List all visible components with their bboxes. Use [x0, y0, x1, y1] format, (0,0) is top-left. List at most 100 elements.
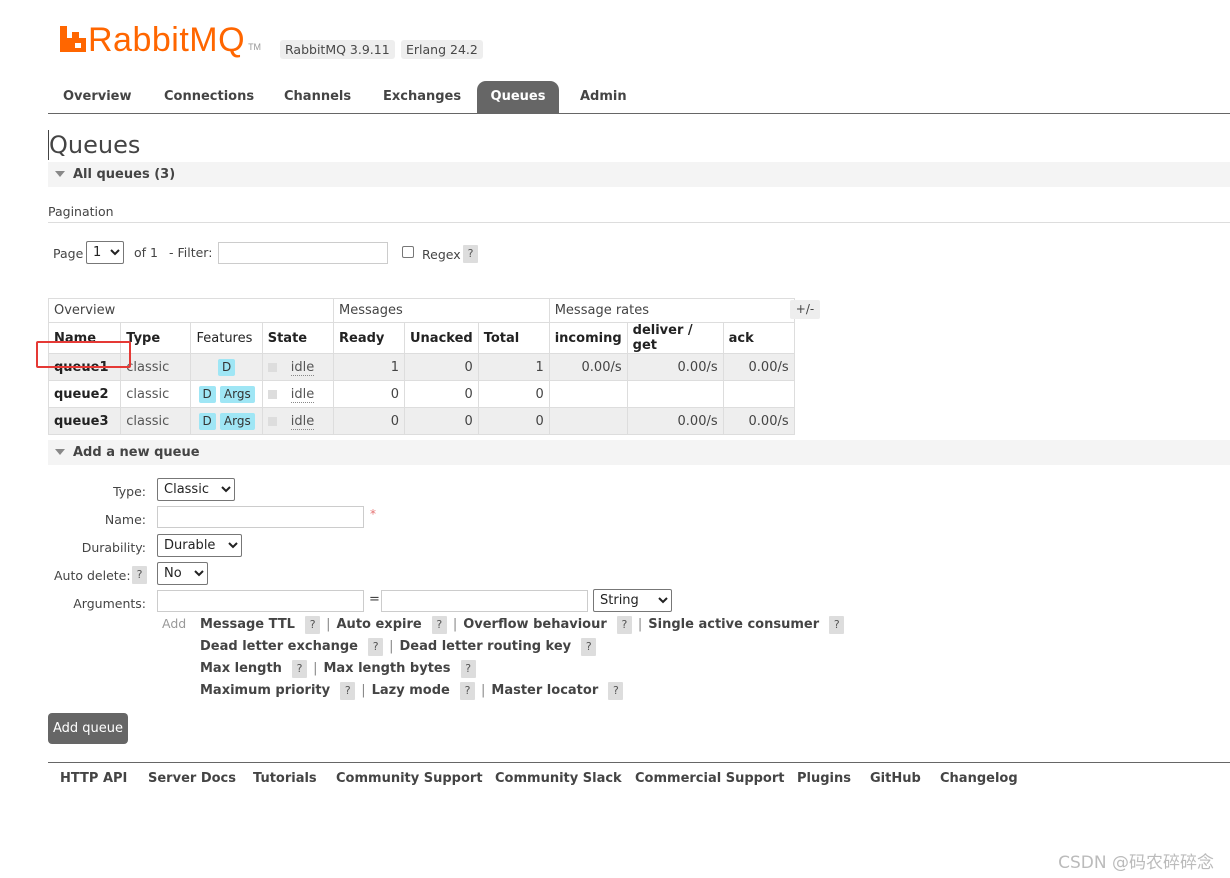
tab-channels[interactable]: Channels — [269, 81, 366, 113]
unacked-count: 0 — [404, 353, 479, 381]
of-pages-label: of 1 — [134, 245, 158, 260]
regex-label: Regex — [422, 247, 461, 262]
footer-link-changelog[interactable]: Changelog — [940, 771, 1018, 786]
group-message-rates: Message rates — [548, 298, 795, 323]
ready-count: 0 — [333, 407, 405, 435]
footer-link-community-support[interactable]: Community Support — [336, 771, 483, 786]
help-icon[interactable]: ? — [305, 616, 321, 634]
arg-max-length-bytes-link[interactable]: Max length bytes — [323, 661, 450, 676]
help-icon[interactable]: ? — [616, 616, 632, 634]
pagination-divider — [48, 222, 1230, 223]
arg-shortcuts-row-1: Message TTL ? | Auto expire ? | Overflow beh… — [200, 616, 845, 634]
durability-select[interactable]: Durable — [157, 534, 242, 557]
add-argument-link[interactable]: Add — [162, 616, 186, 631]
arg-message-ttl-link[interactable]: Message TTL — [200, 617, 295, 632]
col-total[interactable]: Total — [477, 322, 550, 354]
auto-delete-select[interactable]: No — [157, 562, 208, 585]
footer-link-commercial-support[interactable]: Commercial Support — [635, 771, 785, 786]
auto-delete-help-icon[interactable]: ? — [132, 566, 147, 584]
help-icon[interactable]: ? — [340, 682, 356, 700]
help-icon[interactable]: ? — [292, 660, 308, 678]
erlang-version-badge: Erlang 24.2 — [401, 40, 483, 59]
queue-features: D Args — [190, 407, 263, 435]
col-ack[interactable]: ack — [722, 322, 795, 354]
footer-divider — [48, 762, 1230, 763]
queue-name-link[interactable]: queue3 — [47, 407, 122, 435]
table-row: queue1 classic D idle 1 0 1 0.00/s 0.00/… — [47, 353, 795, 381]
required-marker: * — [370, 507, 376, 521]
col-state[interactable]: State — [261, 322, 335, 354]
queue-name-link[interactable]: queue2 — [47, 380, 122, 408]
queue-state: idle — [261, 407, 335, 435]
footer-link-server-docs[interactable]: Server Docs — [148, 771, 236, 786]
state-indicator-icon — [267, 416, 277, 426]
columns-toggle-button[interactable]: +/- — [790, 300, 820, 319]
state-indicator-icon — [267, 389, 277, 399]
col-incoming[interactable]: incoming — [548, 322, 628, 354]
arg-lazy-mode-link[interactable]: Lazy mode — [372, 683, 450, 698]
arg-auto-expire-link[interactable]: Auto expire — [337, 617, 422, 632]
help-icon[interactable]: ? — [829, 616, 845, 634]
queue-name-input[interactable] — [157, 506, 364, 528]
tab-connections[interactable]: Connections — [149, 81, 269, 113]
all-queues-toggle[interactable]: All queues (3) — [48, 162, 1230, 187]
argument-value-input[interactable] — [381, 590, 588, 612]
deliver-get-rate: 0.00/s — [626, 353, 724, 381]
arg-dead-letter-exchange-link[interactable]: Dead letter exchange — [200, 639, 358, 654]
arg-single-active-consumer-link[interactable]: Single active consumer — [648, 617, 819, 632]
page-select[interactable]: 1 — [86, 241, 124, 264]
total-count: 0 — [477, 380, 550, 408]
col-features: Features — [190, 322, 263, 354]
col-unacked[interactable]: Unacked — [404, 322, 479, 354]
csdn-watermark: CSDN @码农碎碎念 — [1058, 853, 1214, 873]
footer-link-tutorials[interactable]: Tutorials — [253, 771, 317, 786]
equals-sign: = — [369, 592, 380, 607]
rabbitmq-logo-icon — [60, 26, 86, 52]
state-label: idle — [290, 359, 315, 376]
footer-link-community-slack[interactable]: Community Slack — [495, 771, 622, 786]
col-type[interactable]: Type — [120, 322, 192, 354]
footer-link-plugins[interactable]: Plugins — [797, 771, 851, 786]
help-icon[interactable]: ? — [608, 682, 624, 700]
name-label: Name: — [104, 512, 146, 527]
rabbitmq-logo: RabbitMQ TM — [60, 22, 261, 58]
help-icon[interactable]: ? — [581, 638, 597, 656]
help-icon[interactable]: ? — [460, 682, 475, 700]
col-deliver-get[interactable]: deliver / get — [626, 322, 724, 354]
filter-input[interactable] — [218, 242, 388, 264]
queue-state: idle — [261, 380, 335, 408]
arg-max-length-link[interactable]: Max length — [200, 661, 282, 676]
arg-master-locator-link[interactable]: Master locator — [491, 683, 598, 698]
help-icon[interactable]: ? — [460, 660, 476, 678]
tab-admin[interactable]: Admin — [565, 81, 642, 113]
tab-exchanges[interactable]: Exchanges — [368, 81, 476, 113]
main-nav: Overview Connections Channels Exchanges … — [48, 81, 1230, 114]
queue-state: idle — [261, 353, 335, 381]
tab-overview[interactable]: Overview — [48, 81, 147, 113]
queue-features: D — [190, 353, 263, 381]
arg-maximum-priority-link[interactable]: Maximum priority — [200, 683, 330, 698]
arg-overflow-behaviour-link[interactable]: Overflow behaviour — [463, 617, 607, 632]
tab-queues[interactable]: Queues — [477, 81, 559, 113]
arg-shortcuts-row-4: Maximum priority ? | Lazy mode ? | Master lo… — [200, 682, 624, 700]
arg-shortcuts-row-2: Dead letter exchange ? | Dead letter routi… — [200, 638, 597, 656]
footer-link-github[interactable]: GitHub — [870, 771, 921, 786]
incoming-rate — [548, 407, 628, 435]
help-icon[interactable]: ? — [368, 638, 384, 656]
argument-type-select[interactable]: String — [593, 589, 672, 612]
type-label: Type: — [113, 484, 146, 499]
help-icon[interactable]: ? — [431, 616, 447, 634]
queue-type: classic — [120, 380, 192, 408]
add-queue-toggle[interactable]: Add a new queue — [48, 440, 1230, 465]
col-ready[interactable]: Ready — [333, 322, 405, 354]
footer-link-http-api[interactable]: HTTP API — [60, 771, 127, 786]
queue-features: D Args — [190, 380, 263, 408]
unacked-count: 0 — [404, 407, 479, 435]
regex-help-icon[interactable]: ? — [463, 245, 478, 263]
state-indicator-icon — [267, 362, 277, 372]
argument-key-input[interactable] — [157, 590, 364, 612]
queue-type-select[interactable]: Classic — [157, 478, 235, 501]
arg-dead-letter-routing-key-link[interactable]: Dead letter routing key — [400, 639, 572, 654]
add-queue-button[interactable]: Add queue — [48, 713, 128, 744]
regex-checkbox[interactable] — [402, 246, 414, 258]
